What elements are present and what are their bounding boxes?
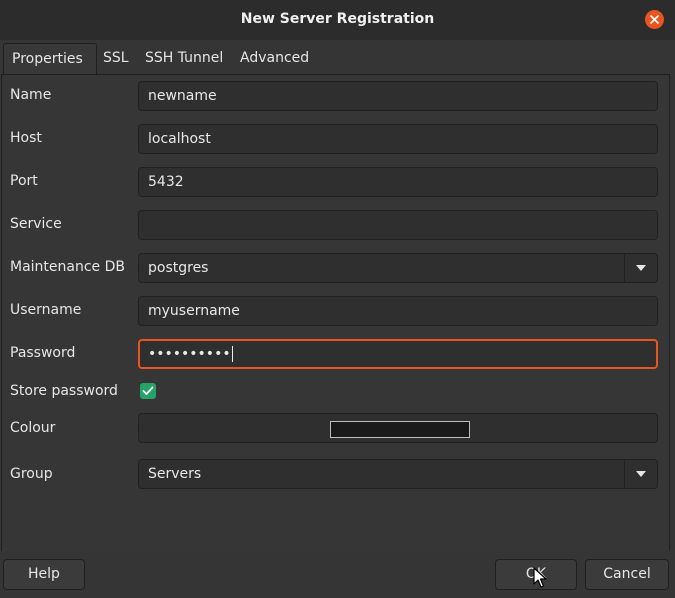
username-field[interactable]: myusername <box>138 296 658 326</box>
checkmark-icon <box>142 386 154 395</box>
name-label: Name <box>10 87 52 103</box>
name-field[interactable]: newname <box>138 81 658 111</box>
group-dropdown-button[interactable] <box>624 460 657 488</box>
maintenance-db-dropdown-button[interactable] <box>624 254 657 282</box>
chevron-down-icon <box>636 471 646 477</box>
colour-label: Colour <box>10 420 56 436</box>
dialog-title: New Server Registration <box>240 11 435 27</box>
mouse-pointer-icon <box>533 567 547 588</box>
group-label: Group <box>10 466 53 482</box>
group-value: Servers <box>148 466 202 482</box>
host-field[interactable]: localhost <box>138 124 658 154</box>
cancel-button[interactable]: Cancel <box>585 559 669 590</box>
tab-properties[interactable]: Properties <box>3 43 97 75</box>
colour-swatch <box>330 421 470 438</box>
group-select[interactable]: Servers <box>138 459 658 489</box>
title-bar: New Server Registration <box>0 0 675 41</box>
tab-ssl[interactable]: SSL <box>95 43 137 74</box>
maintenance-db-value: postgres <box>148 260 209 276</box>
password-field[interactable]: •••••••••• <box>138 339 658 369</box>
chevron-down-icon <box>636 265 646 271</box>
colour-picker[interactable] <box>138 413 658 443</box>
dialog-footer: Help OK Cancel <box>0 551 675 598</box>
password-value: •••••••••• <box>148 346 231 362</box>
password-label: Password <box>10 345 76 361</box>
service-field[interactable] <box>138 210 658 240</box>
store-password-checkbox[interactable] <box>140 383 156 399</box>
text-cursor <box>231 346 233 362</box>
store-password-label: Store password <box>10 383 118 399</box>
maintenance-db-select[interactable]: postgres <box>138 253 658 283</box>
service-label: Service <box>10 216 62 232</box>
port-label: Port <box>10 173 38 189</box>
close-button[interactable] <box>645 10 664 29</box>
tab-ssh-tunnel[interactable]: SSH Tunnel <box>137 43 231 74</box>
server-registration-dialog: New Server Registration Properties SSL S… <box>0 0 675 598</box>
close-icon <box>650 15 659 24</box>
tab-advanced[interactable]: Advanced <box>232 43 317 74</box>
maintenance-db-label: Maintenance DB <box>10 259 125 275</box>
help-button[interactable]: Help <box>3 559 85 590</box>
port-field[interactable]: 5432 <box>138 167 658 197</box>
tab-bar: Properties SSL SSH Tunnel Advanced <box>0 40 675 75</box>
host-label: Host <box>10 130 42 146</box>
username-label: Username <box>10 302 82 318</box>
